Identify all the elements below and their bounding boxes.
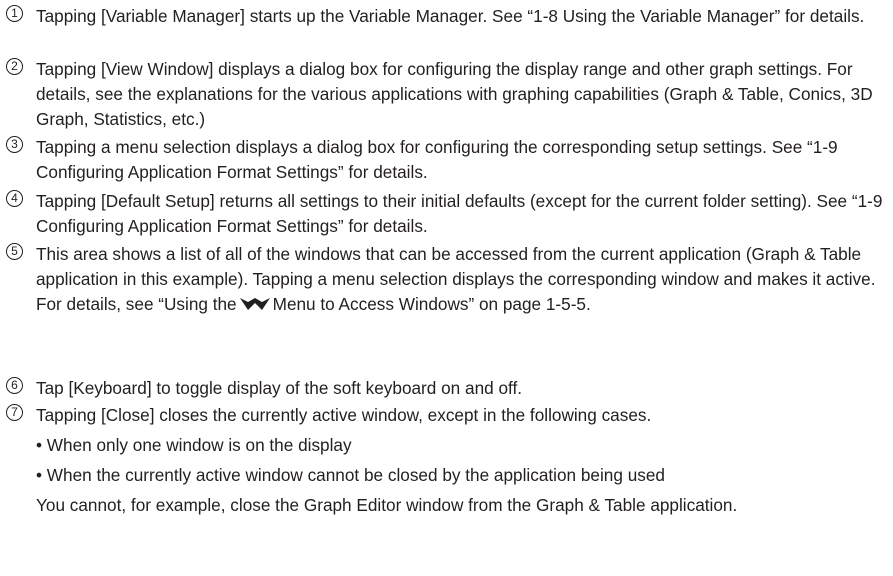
item-text-6: Tap [Keyboard] to toggle display of the …	[36, 378, 523, 398]
item-text-2: Tapping [View Window] displays a dialog …	[36, 59, 873, 129]
item-number-4: 4	[6, 190, 23, 207]
list-item-7: 7 Tapping [Close] closes the currently a…	[0, 403, 893, 428]
item-text-1: Tapping [Variable Manager] starts up the…	[36, 6, 865, 26]
item-text-4: Tapping [Default Setup] returns all sett…	[36, 191, 883, 236]
item-number-6: 6	[6, 377, 23, 394]
window-menu-icon	[239, 294, 271, 319]
item-number-7: 7	[6, 404, 23, 421]
list-item-2: 2 Tapping [View Window] displays a dialo…	[0, 57, 893, 132]
bullet-item-1: • When only one window is on the display	[36, 435, 352, 455]
list-item-3: 3 Tapping a menu selection displays a di…	[0, 135, 893, 185]
bullet-item-2: • When the currently active window canno…	[36, 465, 665, 485]
item-number-1: 1	[6, 5, 23, 22]
manual-page: 1 Tapping [Variable Manager] starts up t…	[0, 0, 893, 576]
item-number-2: 2	[6, 58, 23, 75]
list-item-4: 4 Tapping [Default Setup] returns all se…	[0, 189, 893, 239]
note-text: You cannot, for example, close the Graph…	[36, 495, 738, 515]
item-text-5: This area shows a list of all of the win…	[36, 242, 886, 319]
item-number-5: 5	[6, 243, 23, 260]
list-item-1: 1 Tapping [Variable Manager] starts up t…	[0, 4, 893, 29]
list-item-6: 6 Tap [Keyboard] to toggle display of th…	[0, 376, 893, 401]
item-text-3: Tapping a menu selection displays a dial…	[36, 137, 838, 182]
item-text-7: Tapping [Close] closes the currently act…	[36, 405, 652, 425]
item-text-5-after: Menu to Access Windows” on page 1-5-5.	[272, 294, 591, 314]
list-item-5: 5 This area shows a list of all of the w…	[0, 242, 893, 319]
item-number-3: 3	[6, 136, 23, 153]
